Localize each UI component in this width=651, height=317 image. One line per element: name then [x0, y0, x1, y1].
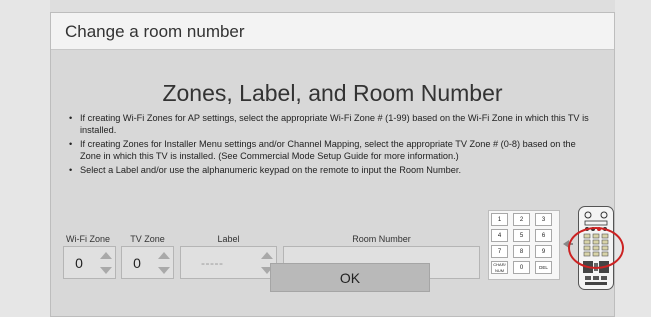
- left-side-strip: [0, 0, 50, 317]
- right-side-strip: [615, 0, 651, 317]
- keypad-key: 6: [535, 229, 552, 242]
- down-arrow-icon[interactable]: [158, 267, 170, 274]
- keypad-key: 9: [535, 245, 552, 258]
- room-number-label: Room Number: [352, 234, 411, 244]
- keypad-key: 3: [535, 213, 552, 226]
- ok-button[interactable]: OK: [270, 263, 430, 292]
- label-field-label: Label: [217, 234, 240, 244]
- tv-zone-spinner[interactable]: 0: [121, 246, 174, 279]
- label-spinner[interactable]: -----: [180, 246, 277, 279]
- dialog-header: Change a room number: [51, 13, 614, 50]
- tv-zone-value: 0: [133, 255, 141, 271]
- up-arrow-icon[interactable]: [100, 252, 112, 259]
- label-value: -----: [201, 256, 224, 270]
- change-room-number-dialog: Change a room number Zones, Label, and R…: [50, 12, 624, 317]
- keypad-key: 8: [513, 245, 530, 258]
- up-arrow-icon[interactable]: [158, 252, 170, 259]
- keypad-key: 0: [513, 261, 530, 274]
- keypad-key: DEL: [535, 261, 552, 274]
- up-arrow-icon[interactable]: [261, 252, 273, 259]
- keypad-key: 5: [513, 229, 530, 242]
- wifi-zone-spinner[interactable]: 0: [63, 246, 116, 279]
- section-heading: Zones, Label, and Room Number: [162, 80, 503, 106]
- instruction-item: If creating Zones for Installer Menu set…: [69, 139, 589, 162]
- keypad-key: CHAR/ NUM: [491, 261, 508, 274]
- keypad-key: 2: [513, 213, 530, 226]
- keypad-key: 4: [491, 229, 508, 242]
- wifi-zone-label: Wi-Fi Zone: [65, 234, 110, 244]
- keypad-key: 1: [491, 213, 508, 226]
- keypad-illustration: 1 2 3 4 5 6 7 8 9 CHAR/ NUM 0 DEL: [488, 210, 560, 280]
- wifi-zone-value: 0: [75, 255, 83, 271]
- down-arrow-icon[interactable]: [100, 267, 112, 274]
- dialog-title: Change a room number: [65, 22, 245, 41]
- instruction-item: If creating Wi-Fi Zones for AP settings,…: [69, 113, 589, 136]
- instructions-list: If creating Wi-Fi Zones for AP settings,…: [69, 113, 589, 180]
- keypad-highlight-circle: [568, 227, 624, 269]
- tv-zone-label: TV Zone: [130, 234, 165, 244]
- instruction-item: Select a Label and/or use the alphanumer…: [69, 165, 589, 177]
- keypad-key: 7: [491, 245, 508, 258]
